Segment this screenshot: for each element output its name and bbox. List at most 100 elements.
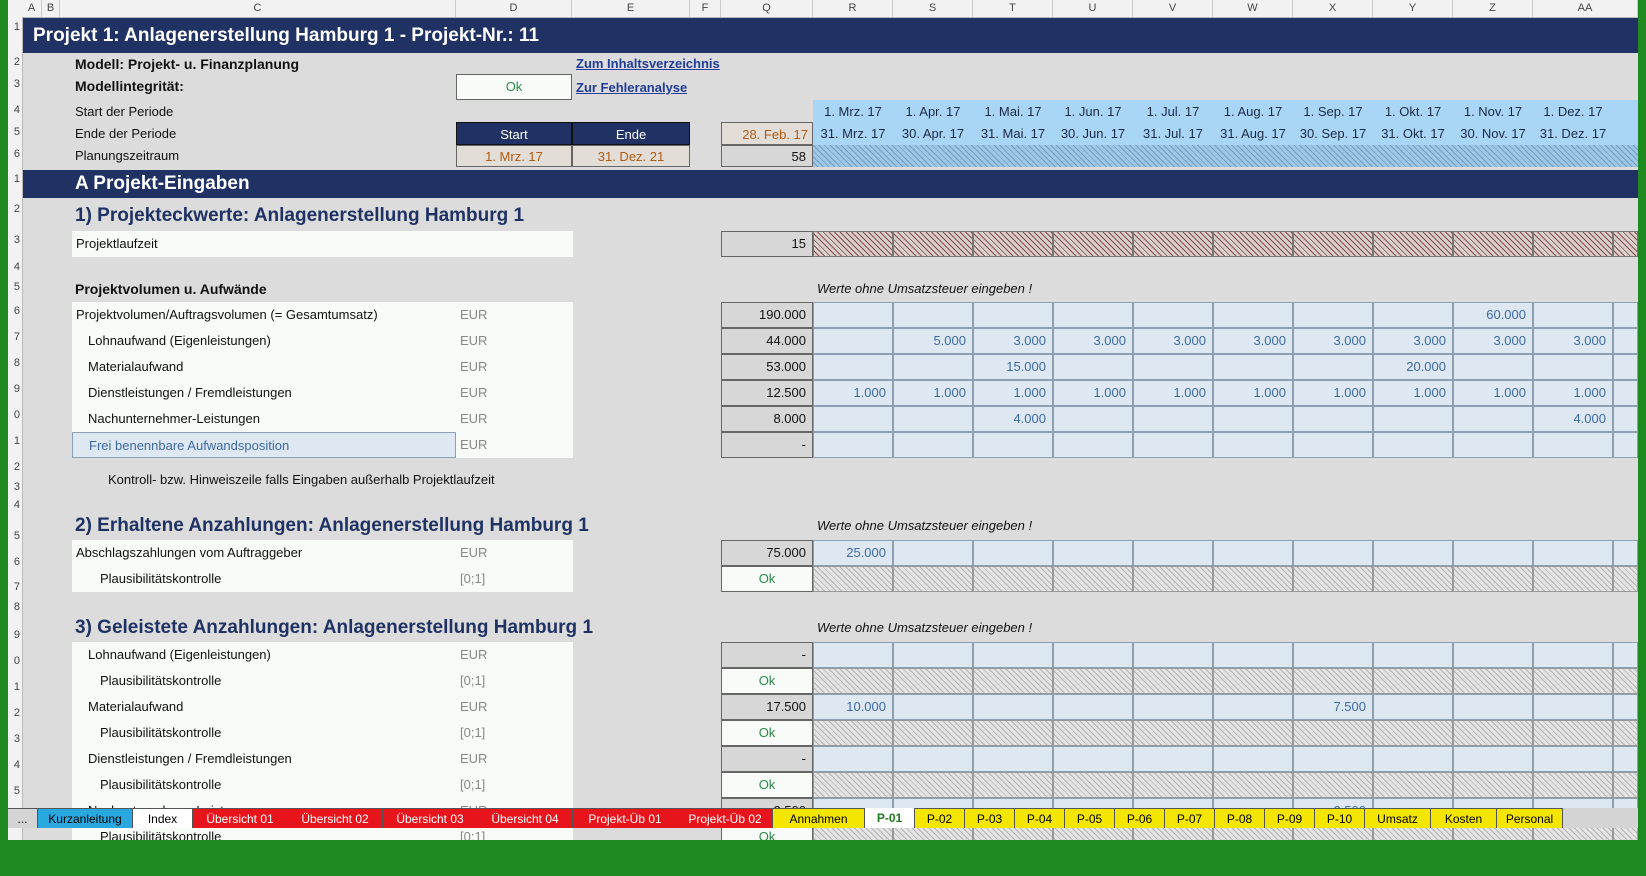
s1-value-cell[interactable]: 3.000: [1533, 328, 1613, 354]
row-header[interactable]: 9: [8, 629, 22, 641]
column-header[interactable]: B: [42, 0, 60, 17]
s3-value-cell[interactable]: [813, 642, 893, 668]
s1-value-cell[interactable]: 1.000: [1293, 380, 1373, 406]
s1-value-cell[interactable]: 1.000: [893, 380, 973, 406]
s1-value-cell[interactable]: 3.000: [1053, 328, 1133, 354]
column-header[interactable]: E: [572, 0, 690, 17]
s1-value-cell[interactable]: [813, 302, 893, 328]
s3-value-cell[interactable]: [813, 746, 893, 772]
sheet-tab[interactable]: Personal: [1497, 808, 1563, 828]
s1-value-cell[interactable]: 3.000: [1293, 328, 1373, 354]
s1-value-cell[interactable]: 1.000: [1373, 380, 1453, 406]
s1-value-cell[interactable]: [973, 302, 1053, 328]
s3-value-cell[interactable]: [1453, 642, 1533, 668]
s1-value-cell[interactable]: [1613, 432, 1638, 458]
row-header[interactable]: 9: [8, 383, 22, 395]
s2-value-cell[interactable]: [893, 540, 973, 566]
sheet-tab[interactable]: P-08: [1215, 808, 1265, 828]
s1-value-cell[interactable]: [1373, 432, 1453, 458]
sheet-tab[interactable]: P-05: [1065, 808, 1115, 828]
s1-value-cell[interactable]: [1053, 354, 1133, 380]
s1-value-cell[interactable]: 5.000: [893, 328, 973, 354]
sheet-tab[interactable]: Übersicht 02: [288, 808, 383, 828]
sheet-tab[interactable]: Projekt-Üb 02: [678, 808, 773, 828]
laufzeit-value[interactable]: 15: [721, 231, 813, 257]
s1-value-cell[interactable]: [1053, 406, 1133, 432]
s1-value-cell[interactable]: [1053, 432, 1133, 458]
row-header[interactable]: 3: [8, 78, 22, 90]
row-header[interactable]: 8: [8, 601, 22, 613]
row-header[interactable]: 6: [8, 556, 22, 568]
column-header[interactable]: X: [1293, 0, 1373, 17]
sheet-tab[interactable]: Übersicht 04: [478, 808, 573, 828]
s3-value-cell[interactable]: [1053, 642, 1133, 668]
s3-value-cell[interactable]: [1053, 694, 1133, 720]
sheet-tab[interactable]: Umsatz: [1365, 808, 1431, 828]
s1-value-cell[interactable]: [1613, 328, 1638, 354]
row-header[interactable]: 7: [8, 581, 22, 593]
column-header[interactable]: Z: [1453, 0, 1533, 17]
s1-value-cell[interactable]: [813, 354, 893, 380]
s1-value-cell[interactable]: [1133, 302, 1213, 328]
s2-value-cell[interactable]: [1133, 540, 1213, 566]
s2-value-cell[interactable]: [1613, 540, 1638, 566]
s3-value-cell[interactable]: [1373, 746, 1453, 772]
s1-value-cell[interactable]: [1213, 406, 1293, 432]
column-header[interactable]: A: [22, 0, 42, 17]
s3-value-cell[interactable]: [973, 642, 1053, 668]
s1-value-cell[interactable]: [1293, 432, 1373, 458]
s1-value-cell[interactable]: 1.000: [813, 380, 893, 406]
sheet-tab[interactable]: P-02: [915, 808, 965, 828]
s3-value-cell[interactable]: [1293, 642, 1373, 668]
s2-value-cell[interactable]: [973, 540, 1053, 566]
row-header[interactable]: 2: [8, 56, 22, 68]
row-header[interactable]: 2: [8, 461, 22, 473]
s1-value-cell[interactable]: [813, 406, 893, 432]
sheet-tab[interactable]: Kosten: [1431, 808, 1497, 828]
s3-value-cell[interactable]: [1533, 746, 1613, 772]
column-header[interactable]: W: [1213, 0, 1293, 17]
sheet-tab[interactable]: Index: [133, 808, 193, 828]
s1-value-cell[interactable]: 1.000: [1133, 380, 1213, 406]
column-header[interactable]: Y: [1373, 0, 1453, 17]
s1-value-cell[interactable]: [1293, 354, 1373, 380]
s2-value-cell[interactable]: [1533, 540, 1613, 566]
s2-value-cell[interactable]: [1293, 540, 1373, 566]
s1-value-cell[interactable]: [1213, 432, 1293, 458]
s3-value-cell[interactable]: [1453, 694, 1533, 720]
s3-value-cell[interactable]: [893, 694, 973, 720]
s1-value-cell[interactable]: [1453, 354, 1533, 380]
s1-value-cell[interactable]: [1053, 302, 1133, 328]
s1-value-cell[interactable]: [1613, 406, 1638, 432]
row-header[interactable]: 5: [8, 281, 22, 293]
s1-value-cell[interactable]: [1293, 302, 1373, 328]
sheet-tab[interactable]: P-04: [1015, 808, 1065, 828]
s3-value-cell[interactable]: [973, 694, 1053, 720]
sheet-tab[interactable]: P-09: [1265, 808, 1315, 828]
column-header[interactable]: AA: [1533, 0, 1638, 17]
column-header[interactable]: C: [60, 0, 456, 17]
s1-value-cell[interactable]: [1133, 432, 1213, 458]
s1-row-label[interactable]: Frei benennbare Aufwandsposition: [72, 432, 456, 458]
s1-value-cell[interactable]: [1133, 406, 1213, 432]
s3-value-cell[interactable]: [893, 642, 973, 668]
s1-value-cell[interactable]: [1533, 302, 1613, 328]
s3-value-cell[interactable]: [1133, 746, 1213, 772]
s2-value-cell[interactable]: [1053, 540, 1133, 566]
toc-link[interactable]: Zum Inhaltsverzeichnis: [576, 53, 720, 75]
sheet-tab[interactable]: Projekt-Üb 01: [573, 808, 678, 828]
s1-value-cell[interactable]: 1.000: [1213, 380, 1293, 406]
s1-value-cell[interactable]: 1.000: [1053, 380, 1133, 406]
s3-value-cell[interactable]: 10.000: [813, 694, 893, 720]
s1-value-cell[interactable]: [1613, 354, 1638, 380]
s1-value-cell[interactable]: 1.000: [1533, 380, 1613, 406]
s2-value-cell[interactable]: 25.000: [813, 540, 893, 566]
s2-value-cell[interactable]: [1213, 540, 1293, 566]
s1-value-cell[interactable]: 60.000: [1453, 302, 1533, 328]
row-header[interactable]: 6: [8, 148, 22, 160]
s1-value-cell[interactable]: 4.000: [1533, 406, 1613, 432]
row-header[interactable]: 3: [8, 481, 22, 493]
end-date-cell[interactable]: 31. Dez. 21: [572, 145, 690, 167]
s1-value-cell[interactable]: [893, 406, 973, 432]
sheet-tab[interactable]: ...: [8, 808, 38, 828]
